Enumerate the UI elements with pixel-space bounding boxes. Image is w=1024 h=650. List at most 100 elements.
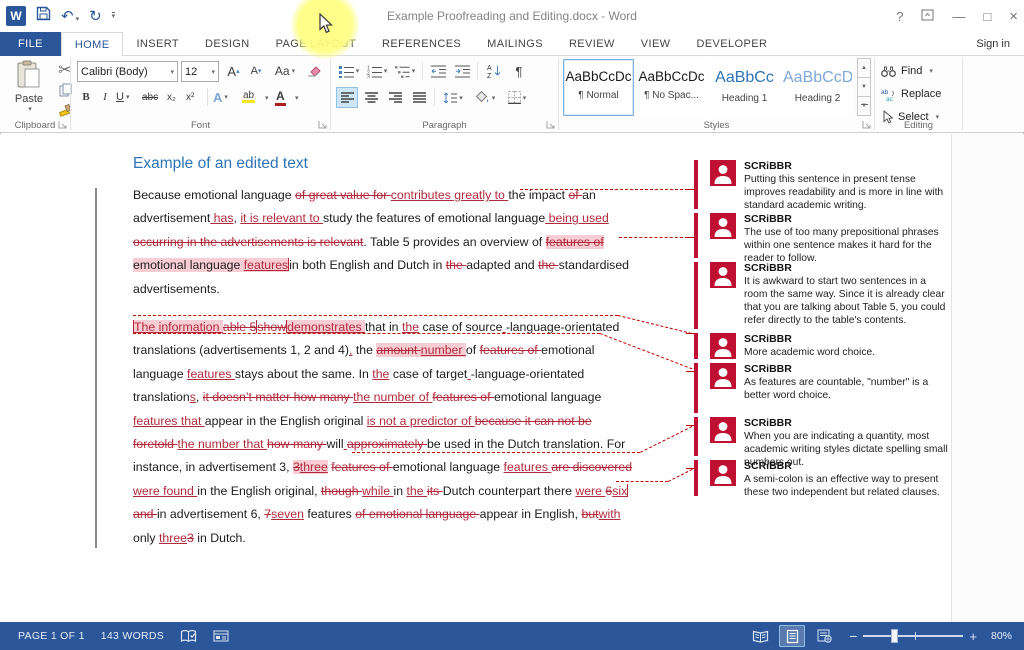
document-area[interactable]: Example of an edited text Because emotio… [0,134,1024,622]
tab-references[interactable]: REFERENCES [369,32,474,56]
font-dialog-launcher[interactable] [318,120,328,130]
minimize-icon[interactable]: — [952,9,965,24]
text-effects-button[interactable]: A▾ [212,87,229,107]
comment[interactable]: SCRiBBRAs features are countable, "numbe… [710,363,950,402]
increase-indent-button[interactable] [451,60,473,82]
ribbon: Paste ▾ ✂ Clipboard Calibri (Body)▾ 12▾ … [0,56,1024,133]
zoom-in-button[interactable]: + [969,629,977,644]
align-right-button[interactable] [384,87,406,108]
line-spacing-button[interactable]: ▾ [439,87,467,108]
tab-file[interactable]: FILE [0,32,61,56]
borders-button[interactable]: ▾ [503,87,531,108]
text-run: features [304,507,355,521]
align-center-button[interactable] [360,87,382,108]
styles-scroll-up-icon[interactable]: ▲ [857,58,871,78]
zoom-slider[interactable] [863,635,963,637]
zoom-out-button[interactable]: − [849,628,857,644]
find-button[interactable]: Find▾ [881,61,933,81]
text-run: features [504,460,552,474]
highlight-color-button[interactable]: ab [241,87,256,107]
word-count[interactable]: 143 WORDS [93,622,172,650]
decrease-indent-button[interactable] [427,60,449,82]
paragraph[interactable]: The information able 5showdemonstrates t… [133,316,685,550]
maximize-icon[interactable]: □ [983,9,991,24]
proofing-status-icon[interactable] [172,622,205,650]
clipboard-dialog-launcher[interactable] [58,120,68,130]
shading-button[interactable]: ▾ [471,87,499,108]
text-run: the [402,320,419,334]
styles-dialog-launcher[interactable] [862,120,872,130]
scrollbar-area[interactable] [951,134,1024,622]
zoom-level[interactable]: 80% [991,630,1012,642]
underline-button[interactable]: U▾ [115,87,130,107]
comment[interactable]: SCRiBBRIt is awkward to start two senten… [710,262,950,327]
read-mode-button[interactable] [747,625,773,647]
subscript-button[interactable]: x₂ [166,87,177,107]
font-name-select[interactable]: Calibri (Body)▾ [77,61,178,82]
font-color-dropdown-icon[interactable]: ▾ [295,94,299,102]
highlight-dropdown-icon[interactable]: ▾ [265,94,269,102]
ribbon-display-options-icon[interactable] [921,9,934,24]
sign-in-link[interactable]: Sign in [976,32,1010,56]
close-icon[interactable]: × [1009,8,1018,25]
document-heading[interactable]: Example of an edited text [133,155,308,173]
comment-text: It is awkward to start two sentences in … [744,275,950,327]
print-layout-button[interactable] [779,625,805,647]
comment[interactable]: SCRiBBRThe use of too many prepositional… [710,213,950,265]
paragraph[interactable]: Because emotional language of great valu… [133,184,685,301]
sort-button[interactable]: AZ [482,60,506,82]
page-indicator[interactable]: PAGE 1 OF 1 [10,622,93,650]
clear-formatting-button[interactable] [304,60,324,82]
svg-text:ab: ab [881,89,889,96]
bullets-button[interactable]: ▾ [336,60,362,82]
style-card-heading-1[interactable]: AaBbCcHeading 1 [709,59,780,116]
help-icon[interactable]: ? [896,9,903,24]
font-size-select[interactable]: 12▾ [181,61,219,82]
superscript-button[interactable]: x² [185,87,195,107]
numbering-button[interactable]: 123▾ [364,60,390,82]
align-left-button[interactable] [336,87,358,108]
text-run: it is relevant to [240,211,323,225]
comment-thread-bar [694,460,698,496]
comment[interactable]: SCRiBBRMore academic word choice. [710,333,950,359]
style-card--no-spac-[interactable]: AaBbCcDc¶ No Spac... [636,59,707,116]
font-size-value: 12 [185,66,197,78]
text-run: stays about the same. In [235,367,372,381]
grow-font-button[interactable]: A▴ [223,60,244,82]
justify-button[interactable] [408,87,430,108]
comment[interactable]: SCRiBBRA semi-colon is an effective way … [710,460,950,499]
text-run: able 5 [223,320,257,334]
comment-thread-bar [694,417,698,456]
styles-more-icon[interactable]: ▼ [857,96,871,116]
text-run: the [352,343,376,357]
change-case-button[interactable]: Aa▾ [270,60,300,82]
text-run: with [599,507,621,521]
tab-developer[interactable]: DEVELOPER [683,32,780,56]
tab-view[interactable]: VIEW [628,32,684,56]
font-name-dropdown-icon: ▾ [170,68,174,76]
bold-button[interactable]: B [77,87,95,107]
paste-dropdown[interactable]: ▾ [8,105,52,113]
text-run: demonstrates [287,320,365,334]
style-card--normal[interactable]: AaBbCcDc¶ Normal [563,59,634,116]
macro-record-icon[interactable] [205,622,237,650]
web-layout-button[interactable] [811,625,837,647]
shrink-font-button[interactable]: A▾ [246,60,266,82]
zoom-slider-handle[interactable] [891,629,898,643]
font-color-button[interactable]: A [274,87,287,107]
multilevel-list-button[interactable]: ▾ [392,60,418,82]
style-card-heading-2[interactable]: AaBbCcDHeading 2 [782,59,853,116]
tab-insert[interactable]: INSERT [123,32,192,56]
replace-button[interactable]: abac Replace [881,84,941,104]
strikethrough-button[interactable]: abc [141,87,159,107]
paste-button[interactable]: Paste ▾ [6,60,52,126]
show-hide-pilcrow-button[interactable]: ¶ [509,60,529,82]
styles-scroll-down-icon[interactable]: ▼ [857,77,871,97]
tab-mailings[interactable]: MAILINGS [474,32,556,56]
tab-design[interactable]: DESIGN [192,32,263,56]
comment[interactable]: SCRiBBRPutting this sentence in present … [710,160,950,212]
tab-review[interactable]: REVIEW [556,32,628,56]
paragraph-dialog-launcher[interactable] [546,120,556,130]
tab-home[interactable]: HOME [61,32,124,57]
italic-button[interactable]: I [96,87,114,107]
